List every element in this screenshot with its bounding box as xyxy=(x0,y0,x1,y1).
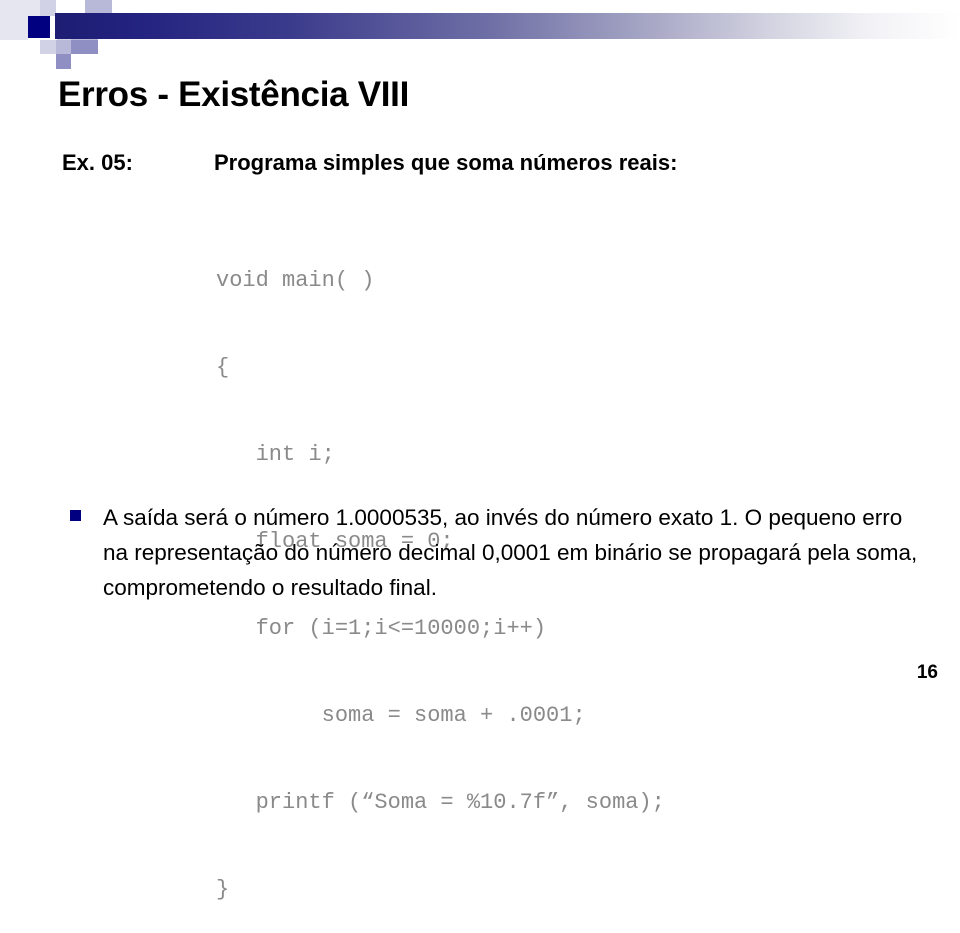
decor-square-faint-2 xyxy=(0,16,28,40)
header-decoration xyxy=(0,0,960,69)
square-bullet-icon xyxy=(70,510,81,521)
example-heading: Ex. 05: Programa simples que soma números… xyxy=(62,150,922,175)
code-line: int i; xyxy=(216,442,335,467)
decor-square-pale-1 xyxy=(40,0,56,16)
decor-square-light-1 xyxy=(85,0,112,14)
code-line: printf (“Soma = %10.7f”, soma); xyxy=(216,790,665,815)
decor-square-faint-1 xyxy=(0,0,40,16)
example-label: Ex. 05: xyxy=(62,150,133,175)
page-number: 16 xyxy=(916,662,938,683)
page-title: Erros - Existência VIII xyxy=(58,75,410,114)
decor-square-mid-1 xyxy=(71,40,98,54)
code-line: void main( ) xyxy=(216,268,375,293)
code-line: { xyxy=(216,355,230,380)
list-item: A saída será o número 1.0000535, ao invé… xyxy=(70,500,930,605)
header-gradient-bar xyxy=(55,13,960,39)
decor-square-mid-2 xyxy=(56,54,71,69)
decor-square-light-3 xyxy=(56,40,71,54)
bullet-text: A saída será o número 1.0000535, ao invé… xyxy=(103,505,918,600)
code-line: } xyxy=(216,877,230,902)
code-line: for (i=1;i<=10000;i++) xyxy=(216,616,547,641)
decor-square-pale-3 xyxy=(40,40,56,54)
decor-square-navy xyxy=(28,16,50,38)
bullet-list: A saída será o número 1.0000535, ao invé… xyxy=(70,500,930,605)
example-description: Programa simples que soma números reais: xyxy=(214,150,678,175)
code-line: soma = soma + .0001; xyxy=(216,703,586,728)
